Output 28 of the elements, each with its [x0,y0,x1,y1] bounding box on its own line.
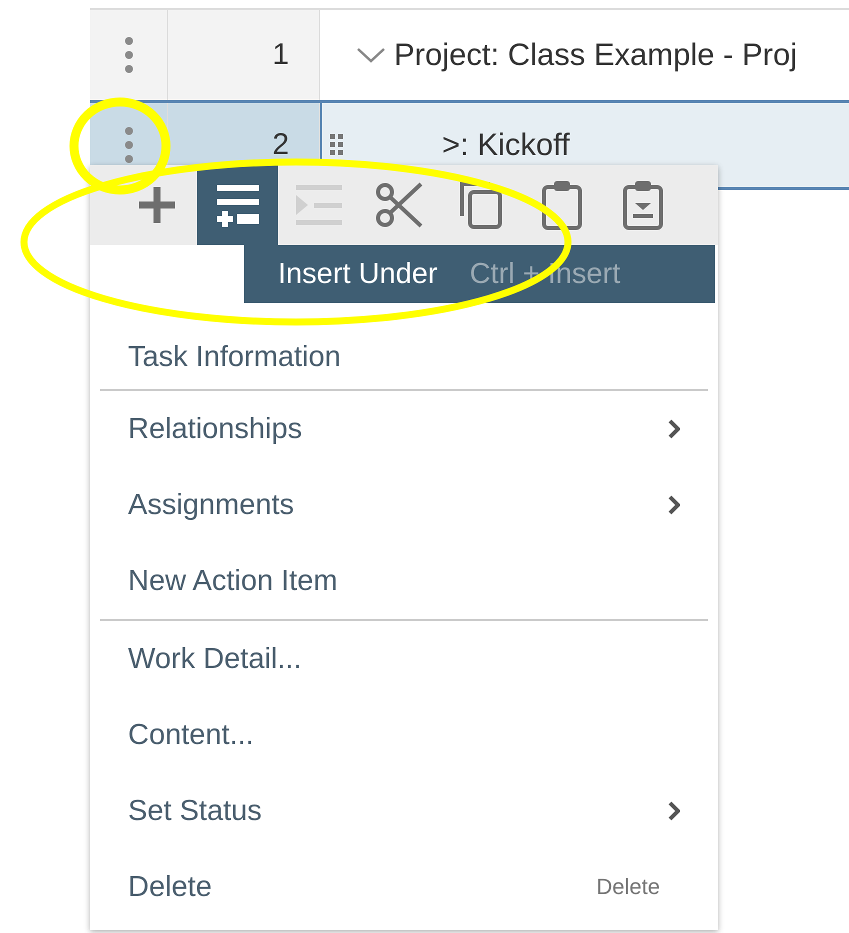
menu-item[interactable]: Set Status [100,773,708,849]
chevron-down-icon[interactable] [356,46,386,64]
menu-item[interactable]: Assignments [100,467,708,543]
insert-under-button[interactable] [197,165,278,245]
more-icon[interactable] [124,127,134,163]
clipboard-icon [620,179,664,231]
row-number: 1 [272,38,289,72]
drag-handle-icon[interactable] [330,134,344,156]
copy-icon [458,180,504,230]
menu-item[interactable]: Content... [100,697,708,773]
scissors-icon [374,180,424,230]
task-name: >: Kickoff [442,127,570,163]
chevron-right-icon [668,495,680,515]
shortcut-text: Delete [596,874,660,900]
chevron-right-icon [668,801,680,821]
task-name: Project: Class Example - Proj [394,37,798,73]
clipboard-icon [540,179,584,231]
menu-item[interactable]: Task Information [100,325,708,389]
menu-item[interactable]: Work Detail... [100,621,708,697]
indent-icon [294,183,344,227]
more-icon[interactable] [124,37,134,73]
table-row[interactable]: 1 Project: Class Example - Proj [90,10,849,100]
tooltip-label: Insert Under [278,258,438,290]
menu-item[interactable]: Delete Delete [100,849,708,925]
menu-item[interactable]: New Action Item [100,543,708,619]
menu-item[interactable]: Relationships [100,391,708,467]
row-number: 2 [272,128,289,162]
chevron-right-icon [668,419,680,439]
